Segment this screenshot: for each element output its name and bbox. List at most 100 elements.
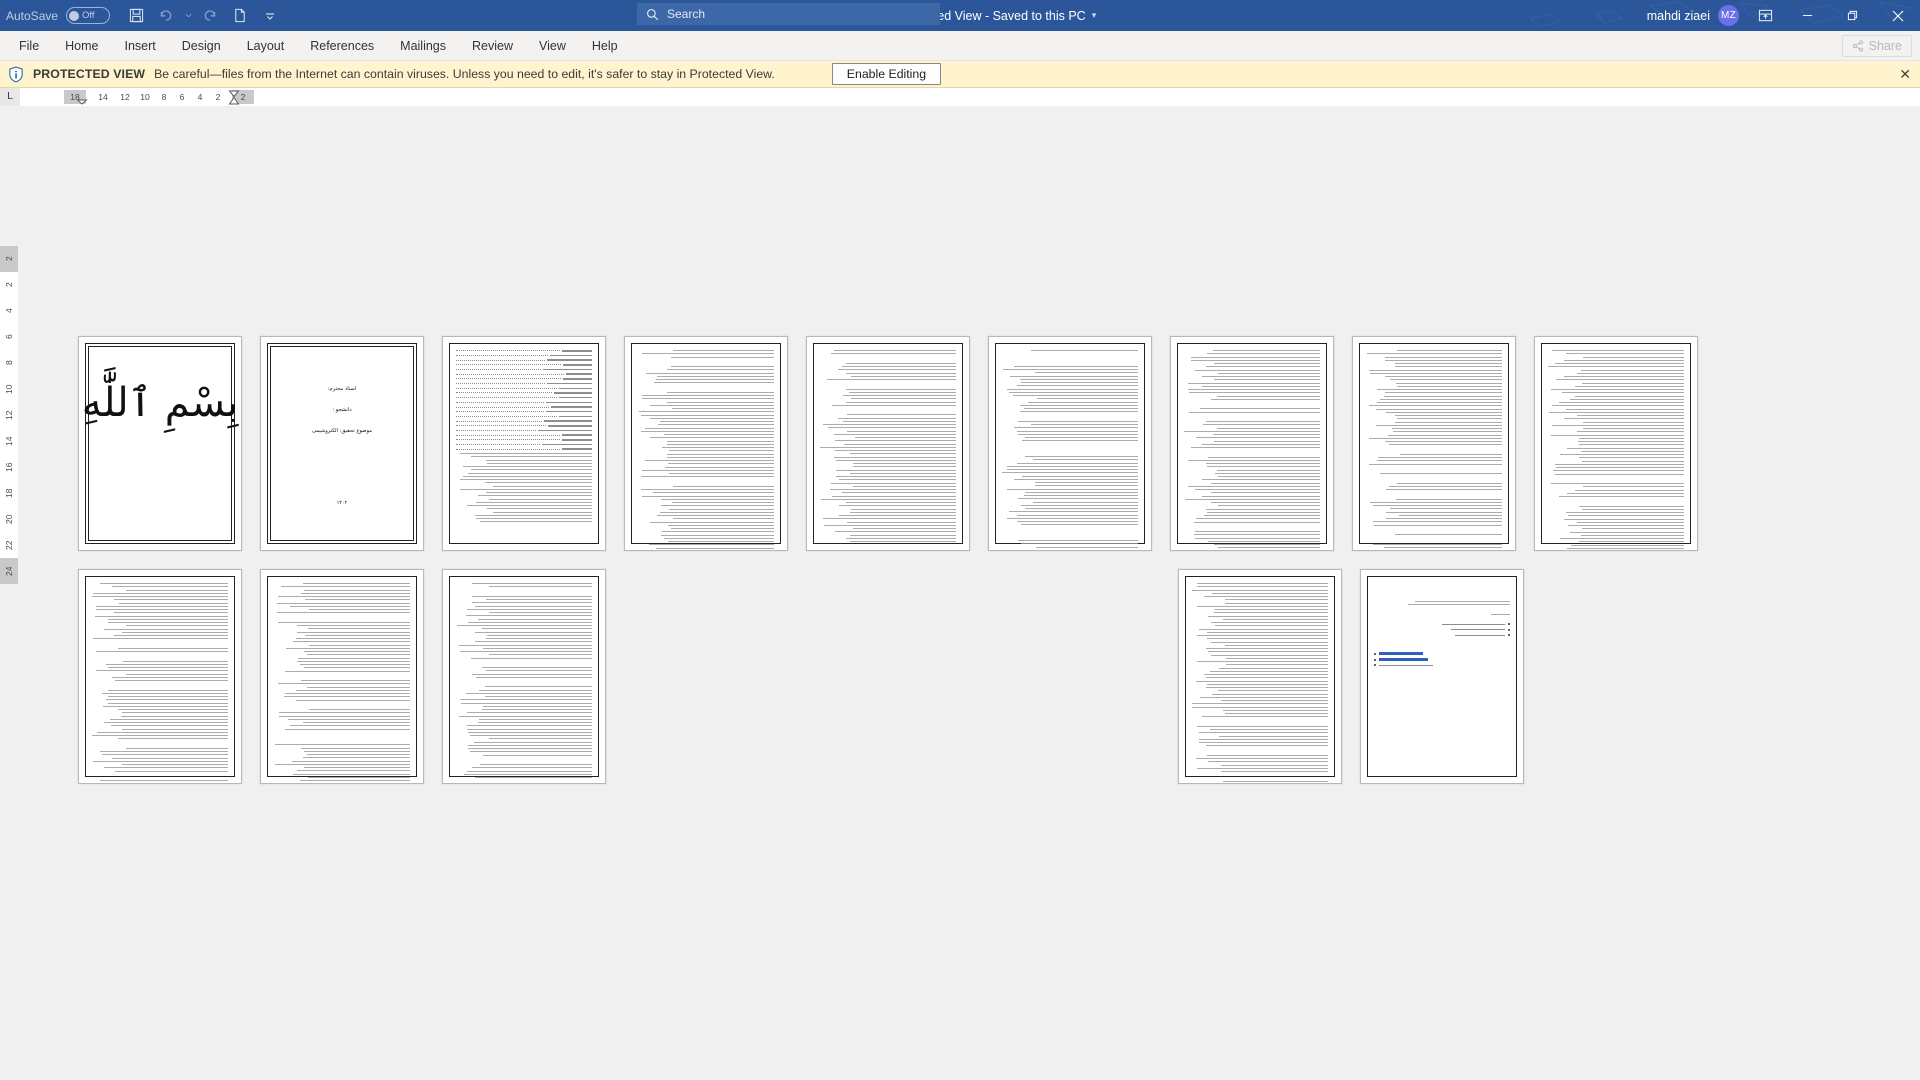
- page-thumbnail[interactable]: [1178, 569, 1342, 784]
- page-thumbnail[interactable]: [624, 336, 788, 551]
- undo-dropdown-icon[interactable]: [182, 4, 194, 28]
- horizontal-ruler-track[interactable]: 18 14 12 10 8 6 4 2 2: [64, 90, 254, 104]
- ruler-white-area: 14 12 10 8 6 4 2: [86, 90, 232, 104]
- bismillah-calligraphy: بِسْمِ ٱللَّٰهِ: [81, 380, 239, 426]
- undo-icon[interactable]: [152, 4, 180, 28]
- page-content-lines: [1184, 350, 1320, 549]
- page-content-lines: [456, 350, 592, 537]
- cover-line-teacher: استاد محترم:: [327, 386, 357, 392]
- page-thumbnail[interactable]: استاد محترم: دانشجو : موضوع تحقیق: الکتر…: [260, 336, 424, 551]
- account-info[interactable]: mahdi ziaei MZ: [1647, 5, 1745, 26]
- tab-home[interactable]: Home: [52, 31, 111, 60]
- cover-line-subject: موضوع تحقیق: الکتروشیمی: [311, 427, 373, 434]
- horizontal-ruler[interactable]: L 18 14 12 10 8 6 4 2 2: [0, 87, 1920, 106]
- right-indent-marker[interactable]: [228, 89, 240, 106]
- page-content-lines: [274, 583, 410, 781]
- page-thumbnails[interactable]: بِسْمِ ٱللَّٰهِ استاد محترم: دانشجو : مو…: [78, 336, 1858, 784]
- shield-info-icon: [9, 65, 23, 82]
- enable-editing-button[interactable]: Enable Editing: [831, 63, 942, 85]
- tab-design[interactable]: Design: [169, 31, 234, 60]
- tab-mailings[interactable]: Mailings: [387, 31, 459, 60]
- share-icon: [1852, 40, 1863, 52]
- page-content-lines: [820, 350, 956, 542]
- vruler-mark-5: 10: [0, 376, 18, 402]
- tab-help[interactable]: Help: [579, 31, 631, 60]
- vruler-mark-9: 18: [0, 480, 18, 506]
- autosave-state-label: Off: [82, 10, 95, 21]
- page-thumbnail[interactable]: [1352, 336, 1516, 551]
- vruler-mark-6: 12: [0, 402, 18, 428]
- vruler-mark-10: 20: [0, 506, 18, 532]
- autosave-toggle-knob: [69, 10, 80, 21]
- page-thumbnail[interactable]: [442, 569, 606, 784]
- ribbon-display-options-icon[interactable]: [1745, 0, 1785, 31]
- protected-view-message: Be careful—files from the Internet can c…: [154, 67, 775, 81]
- page-border-inner: [88, 346, 232, 541]
- ribbon-tab-bar: File Home Insert Design Layout Reference…: [0, 31, 1920, 61]
- customize-quick-access-icon[interactable]: [256, 4, 284, 28]
- page-thumbnail[interactable]: [988, 336, 1152, 551]
- page-content-lines: [1192, 583, 1328, 782]
- page-content-lines: [456, 583, 592, 778]
- vruler-mark-8: 16: [0, 454, 18, 480]
- ribbon-tabs: File Home Insert Design Layout Reference…: [0, 31, 631, 60]
- page-thumbnail[interactable]: بِسْمِ ٱللَّٰهِ: [78, 336, 242, 551]
- page-content-lines: [1374, 583, 1510, 770]
- tab-file[interactable]: File: [6, 31, 52, 60]
- vruler-mark-11: 22: [0, 532, 18, 558]
- page-thumbnail[interactable]: [78, 569, 242, 784]
- page-thumbnail[interactable]: [1360, 569, 1524, 784]
- page-thumbnail[interactable]: [1170, 336, 1334, 551]
- autosave-toggle[interactable]: Off: [66, 7, 111, 24]
- vruler-mark-3: 6: [0, 324, 18, 350]
- vruler-mark-0: 2: [0, 246, 18, 272]
- protected-view-bar: PROTECTED VIEW Be careful—files from the…: [0, 61, 1920, 88]
- minimize-button[interactable]: [1785, 0, 1830, 31]
- search-placeholder: Search: [667, 7, 706, 21]
- search-icon: [647, 8, 659, 20]
- page-thumbnail[interactable]: [1534, 336, 1698, 551]
- page-thumbnail[interactable]: [442, 336, 606, 551]
- page-content-lines: [92, 583, 228, 781]
- page-border: [85, 343, 235, 544]
- page-content-lines: [638, 350, 774, 549]
- tab-references[interactable]: References: [297, 31, 387, 60]
- document-canvas[interactable]: 2 2 4 6 8 10 12 14 16 18 20 22 24 بِسْمِ…: [0, 106, 1920, 1080]
- avatar[interactable]: MZ: [1718, 5, 1739, 26]
- vertical-ruler[interactable]: 2 2 4 6 8 10 12 14 16 18 20 22 24: [0, 246, 18, 584]
- restore-button[interactable]: [1830, 0, 1875, 31]
- cover-date: ۱۴۰۲: [336, 500, 348, 506]
- share-button[interactable]: Share: [1841, 35, 1912, 57]
- quick-access-toolbar: AutoSave Off: [0, 4, 284, 28]
- page-thumbnail[interactable]: [806, 336, 970, 551]
- vruler-mark-4: 8: [0, 350, 18, 376]
- share-label: Share: [1868, 39, 1902, 53]
- search-box[interactable]: Search: [637, 3, 940, 25]
- vruler-mark-7: 14: [0, 428, 18, 454]
- page-content-lines: [1002, 350, 1138, 550]
- tab-review[interactable]: Review: [459, 31, 526, 60]
- protected-view-title: PROTECTED VIEW: [33, 67, 146, 81]
- new-document-icon[interactable]: [226, 4, 254, 28]
- redo-icon[interactable]: [196, 4, 224, 28]
- account-name: mahdi ziaei: [1646, 8, 1710, 23]
- close-button[interactable]: [1875, 0, 1920, 31]
- vruler-mark-12: 24: [0, 558, 18, 584]
- tab-layout[interactable]: Layout: [234, 31, 298, 60]
- title-bar-right: mahdi ziaei MZ: [1647, 0, 1920, 31]
- title-bar: AutoSave Off View - Saved to this PC ▾ S…: [0, 0, 1920, 31]
- vruler-mark-2: 4: [0, 298, 18, 324]
- tab-stop-selector[interactable]: L: [0, 87, 20, 106]
- tab-insert[interactable]: Insert: [112, 31, 169, 60]
- page-content-lines: [1366, 350, 1502, 548]
- save-icon[interactable]: [122, 4, 150, 28]
- vruler-mark-1: 2: [0, 272, 18, 298]
- page-thumbnail[interactable]: [260, 569, 424, 784]
- autosave-label: AutoSave: [6, 8, 59, 23]
- title-dropdown-icon[interactable]: ▾: [1092, 10, 1097, 21]
- left-indent-marker[interactable]: [76, 89, 88, 105]
- page-content-lines: [1548, 350, 1684, 549]
- document-title: الکتروشیمی - Protected View - Saved to t…: [0, 0, 1920, 31]
- close-icon[interactable]: ✕: [1899, 67, 1911, 81]
- tab-view[interactable]: View: [526, 31, 579, 60]
